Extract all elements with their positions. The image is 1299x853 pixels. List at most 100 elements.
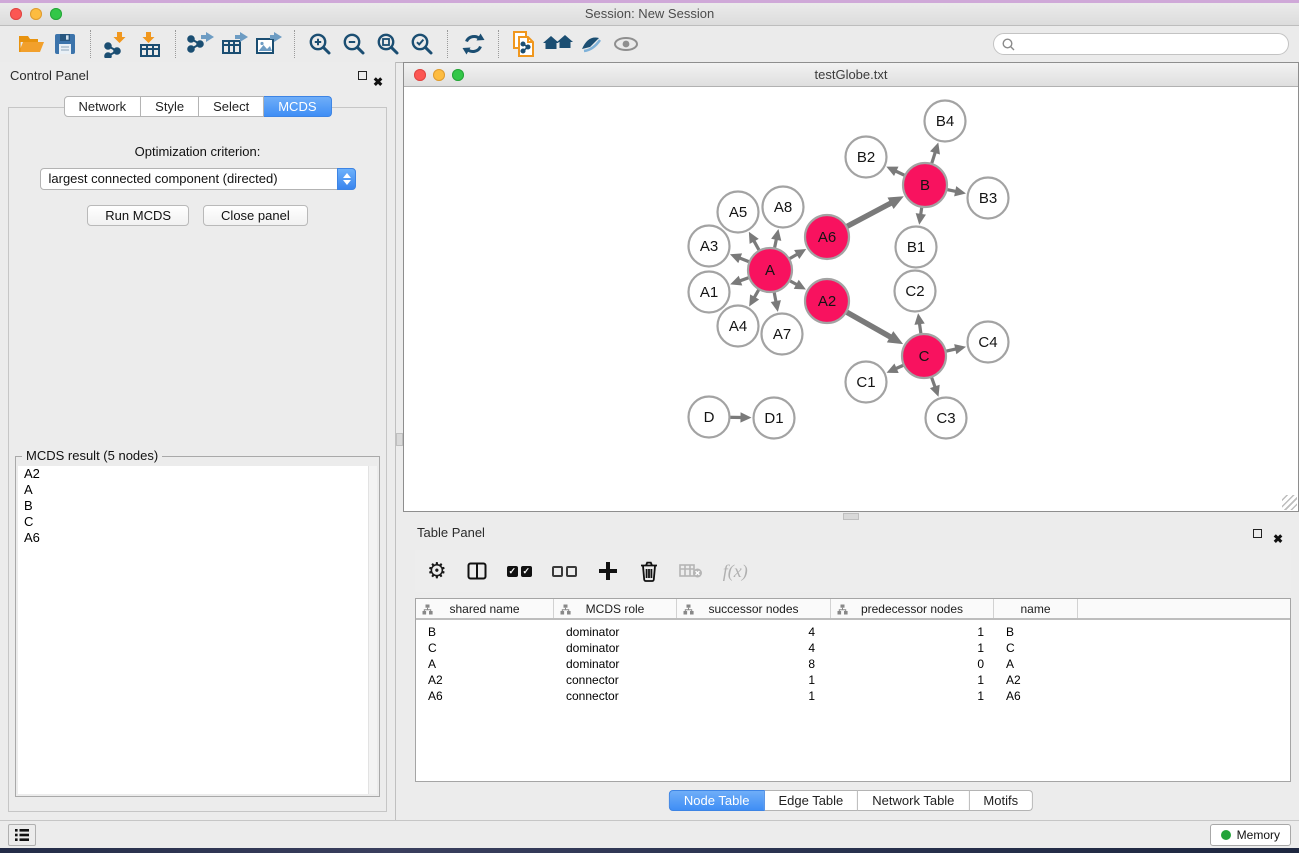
- zoom-in-button[interactable]: [303, 29, 337, 59]
- show-details-eye-button[interactable]: [609, 29, 643, 59]
- table-row[interactable]: Adominator80A: [416, 656, 1290, 672]
- export-table-button[interactable]: [218, 29, 252, 59]
- graph-node-D1[interactable]: D1: [754, 398, 795, 439]
- column-header-name[interactable]: name: [994, 599, 1078, 618]
- table-cell[interactable]: A: [994, 656, 1078, 672]
- search-box[interactable]: [993, 33, 1289, 55]
- graph-node-C4[interactable]: C4: [968, 322, 1009, 363]
- tab-select[interactable]: Select: [199, 96, 264, 117]
- window-resize-grip[interactable]: [1282, 495, 1297, 510]
- zoom-fit-button[interactable]: [371, 29, 405, 59]
- mcds-result-item[interactable]: A: [18, 482, 377, 498]
- table-cell[interactable]: 0: [831, 656, 994, 672]
- table-cell[interactable]: C: [416, 640, 554, 656]
- zoom-selected-button[interactable]: [405, 29, 439, 59]
- table-cell[interactable]: A2: [416, 672, 554, 688]
- float-panel-icon[interactable]: [358, 71, 367, 80]
- zoom-window-button[interactable]: [50, 8, 62, 20]
- tab-network-table[interactable]: Network Table: [858, 790, 969, 811]
- graph-node-B2[interactable]: B2: [846, 137, 887, 178]
- table-cell[interactable]: 4: [677, 640, 831, 656]
- table-cell[interactable]: A6: [416, 688, 554, 704]
- table-cell[interactable]: 1: [677, 688, 831, 704]
- dropdown-stepper-icon[interactable]: [337, 168, 356, 190]
- import-table-button[interactable]: [133, 29, 167, 59]
- column-header-predecessor-nodes[interactable]: predecessor nodes: [831, 599, 994, 618]
- table-cell[interactable]: B: [416, 624, 554, 640]
- close-window-button[interactable]: [10, 8, 22, 20]
- open-session-button[interactable]: [14, 29, 48, 59]
- mcds-result-item[interactable]: A2: [18, 466, 377, 482]
- graph-node-B3[interactable]: B3: [968, 178, 1009, 219]
- table-cell[interactable]: B: [994, 624, 1078, 640]
- mcds-result-item[interactable]: C: [18, 514, 377, 530]
- table-cell[interactable]: dominator: [554, 640, 677, 656]
- copy-network-button[interactable]: [507, 29, 541, 59]
- refresh-button[interactable]: [456, 29, 490, 59]
- table-cell[interactable]: C: [994, 640, 1078, 656]
- graph-node-B[interactable]: B: [903, 163, 947, 207]
- network-window-titlebar[interactable]: testGlobe.txt: [404, 63, 1298, 87]
- graph-node-A1[interactable]: A1: [689, 272, 730, 313]
- export-image-button[interactable]: [252, 29, 286, 59]
- table-cell[interactable]: 4: [677, 624, 831, 640]
- graph-node-A7[interactable]: A7: [762, 314, 803, 355]
- table-cell[interactable]: 1: [831, 640, 994, 656]
- network-graph[interactable]: B4B2BB3A5A8A6A3AB1A1A2C2A4A7CC4C1C3DD1: [404, 88, 1298, 511]
- table-cell[interactable]: A2: [994, 672, 1078, 688]
- import-network-button[interactable]: [99, 29, 133, 59]
- graph-node-D[interactable]: D: [689, 397, 730, 438]
- table-cell[interactable]: 1: [831, 688, 994, 704]
- mcds-result-list[interactable]: A2ABCA6: [18, 466, 377, 794]
- delete-column-button[interactable]: [639, 560, 659, 582]
- table-row[interactable]: Cdominator41C: [416, 640, 1290, 656]
- table-cell[interactable]: 1: [677, 672, 831, 688]
- vertical-divider-handle[interactable]: [396, 433, 403, 446]
- table-row[interactable]: A6connector11A6: [416, 688, 1290, 704]
- column-header-mcds-role[interactable]: MCDS role: [554, 599, 677, 618]
- table-cell[interactable]: dominator: [554, 656, 677, 672]
- minimize-window-button[interactable]: [30, 8, 42, 20]
- search-input[interactable]: [1020, 37, 1288, 51]
- table-cell[interactable]: connector: [554, 672, 677, 688]
- graph-node-A[interactable]: A: [748, 248, 792, 292]
- network-minimize-button[interactable]: [433, 69, 445, 81]
- graph-node-C2[interactable]: C2: [895, 271, 936, 312]
- graph-node-A4[interactable]: A4: [718, 306, 759, 347]
- mcds-result-item[interactable]: B: [18, 498, 377, 514]
- network-close-button[interactable]: [414, 69, 426, 81]
- table-row[interactable]: Bdominator41B: [416, 624, 1290, 640]
- run-mcds-button[interactable]: Run MCDS: [87, 205, 189, 226]
- float-table-panel-icon[interactable]: [1253, 529, 1262, 538]
- table-cell[interactable]: 1: [831, 624, 994, 640]
- annotation-eye-button[interactable]: [575, 29, 609, 59]
- criterion-dropdown[interactable]: largest connected component (directed): [40, 168, 356, 190]
- tab-motifs[interactable]: Motifs: [969, 790, 1033, 811]
- export-network-button[interactable]: [184, 29, 218, 59]
- graph-node-B4[interactable]: B4: [925, 101, 966, 142]
- table-cell[interactable]: connector: [554, 688, 677, 704]
- task-history-button[interactable]: [8, 824, 36, 846]
- graph-node-C1[interactable]: C1: [846, 362, 887, 403]
- save-session-button[interactable]: [48, 29, 82, 59]
- close-panel-icon[interactable]: ✖: [373, 68, 383, 96]
- column-header-shared-name[interactable]: shared name: [416, 599, 554, 618]
- columns-button[interactable]: [467, 562, 487, 580]
- tab-edge-table[interactable]: Edge Table: [764, 790, 858, 811]
- mcds-result-item[interactable]: A6: [18, 530, 377, 546]
- graph-node-A5[interactable]: A5: [718, 192, 759, 233]
- tab-node-table[interactable]: Node Table: [669, 790, 765, 811]
- column-header-successor-nodes[interactable]: successor nodes: [677, 599, 831, 618]
- close-table-panel-icon[interactable]: ✖: [1273, 526, 1283, 552]
- graph-node-C[interactable]: C: [902, 334, 946, 378]
- gear-button[interactable]: ⚙: [427, 560, 447, 582]
- tab-style[interactable]: Style: [141, 96, 199, 117]
- memory-button[interactable]: Memory: [1210, 824, 1291, 846]
- table-cell[interactable]: A: [416, 656, 554, 672]
- function-builder-button[interactable]: f(x): [723, 561, 748, 582]
- zoom-out-button[interactable]: [337, 29, 371, 59]
- table-cell[interactable]: dominator: [554, 624, 677, 640]
- graph-node-B1[interactable]: B1: [896, 227, 937, 268]
- home-networks-button[interactable]: [541, 29, 575, 59]
- close-panel-button[interactable]: Close panel: [203, 205, 308, 226]
